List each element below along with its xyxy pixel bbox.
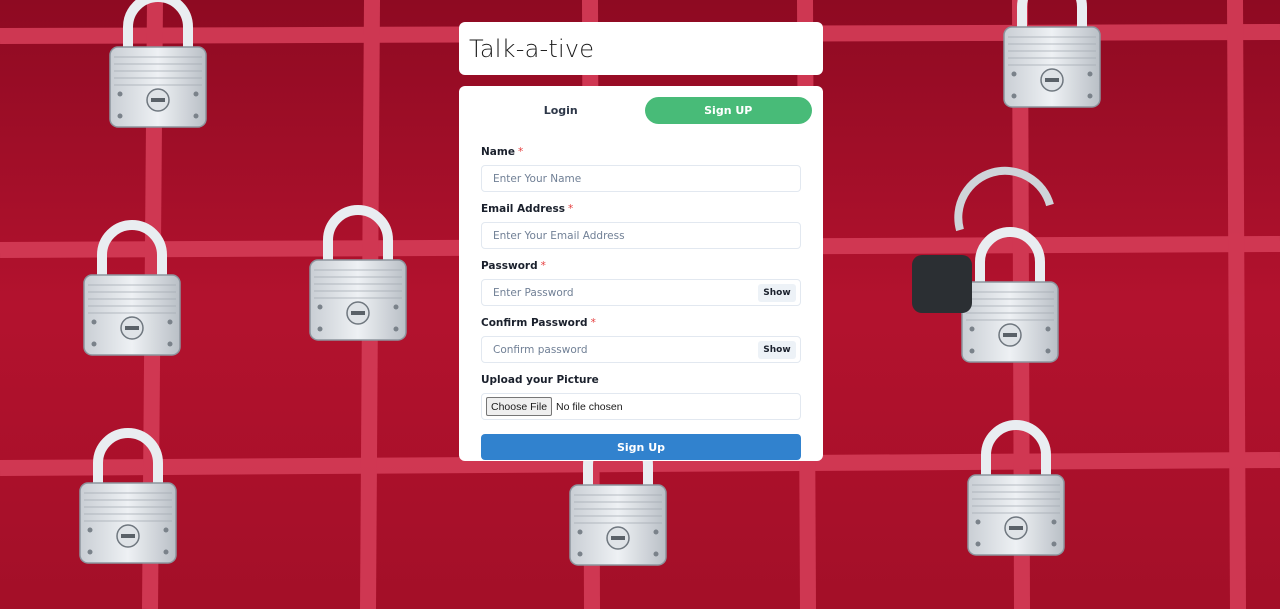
required-mark: * bbox=[517, 146, 524, 158]
email-input[interactable] bbox=[482, 223, 800, 248]
picture-label: Upload your Picture bbox=[481, 374, 599, 386]
app-header: Talk-a-tive bbox=[459, 22, 823, 75]
required-mark: * bbox=[590, 317, 596, 329]
file-status: No file chosen bbox=[556, 400, 623, 413]
required-mark: * bbox=[568, 203, 574, 215]
confirm-password-input[interactable] bbox=[482, 337, 800, 362]
confirm-password-field-wrapper: Show bbox=[481, 336, 801, 363]
file-input: Choose File No file chosen bbox=[481, 393, 801, 420]
password-input[interactable] bbox=[482, 280, 800, 305]
required-mark: * bbox=[540, 260, 546, 272]
confirm-password-label: Confirm Password * bbox=[481, 317, 596, 329]
choose-file-button[interactable]: Choose File bbox=[486, 397, 553, 416]
email-label: Email Address * bbox=[481, 203, 574, 215]
picture-group: Upload your Picture Choose File No file … bbox=[481, 374, 801, 420]
signup-form: Name* Email Address* Password* Show Conf… bbox=[481, 146, 801, 460]
password-label: Password * bbox=[481, 260, 546, 272]
email-group: Email Address * bbox=[481, 203, 801, 249]
email-field-wrapper bbox=[481, 222, 801, 249]
app-title: Talk-a-tive bbox=[469, 34, 595, 63]
auth-card: Login Sign UP Name* Email Address* Passw… bbox=[459, 86, 823, 461]
password-group: Password * Show bbox=[481, 260, 801, 306]
confirm-password-show-button[interactable]: Show bbox=[758, 341, 796, 359]
tab-login[interactable]: Login bbox=[477, 97, 645, 124]
name-label: Name * bbox=[481, 146, 524, 158]
confirm-password-group: Confirm Password * Show bbox=[481, 317, 801, 363]
password-show-button[interactable]: Show bbox=[758, 284, 796, 302]
tab-signup[interactable]: Sign UP bbox=[644, 97, 812, 124]
auth-tabs: Login Sign UP bbox=[477, 97, 812, 124]
name-input[interactable] bbox=[482, 166, 800, 191]
name-group: Name * bbox=[481, 146, 801, 192]
signup-submit-button[interactable]: Sign Up bbox=[481, 434, 801, 460]
password-field-wrapper: Show bbox=[481, 279, 801, 306]
name-field-wrapper bbox=[481, 165, 801, 192]
